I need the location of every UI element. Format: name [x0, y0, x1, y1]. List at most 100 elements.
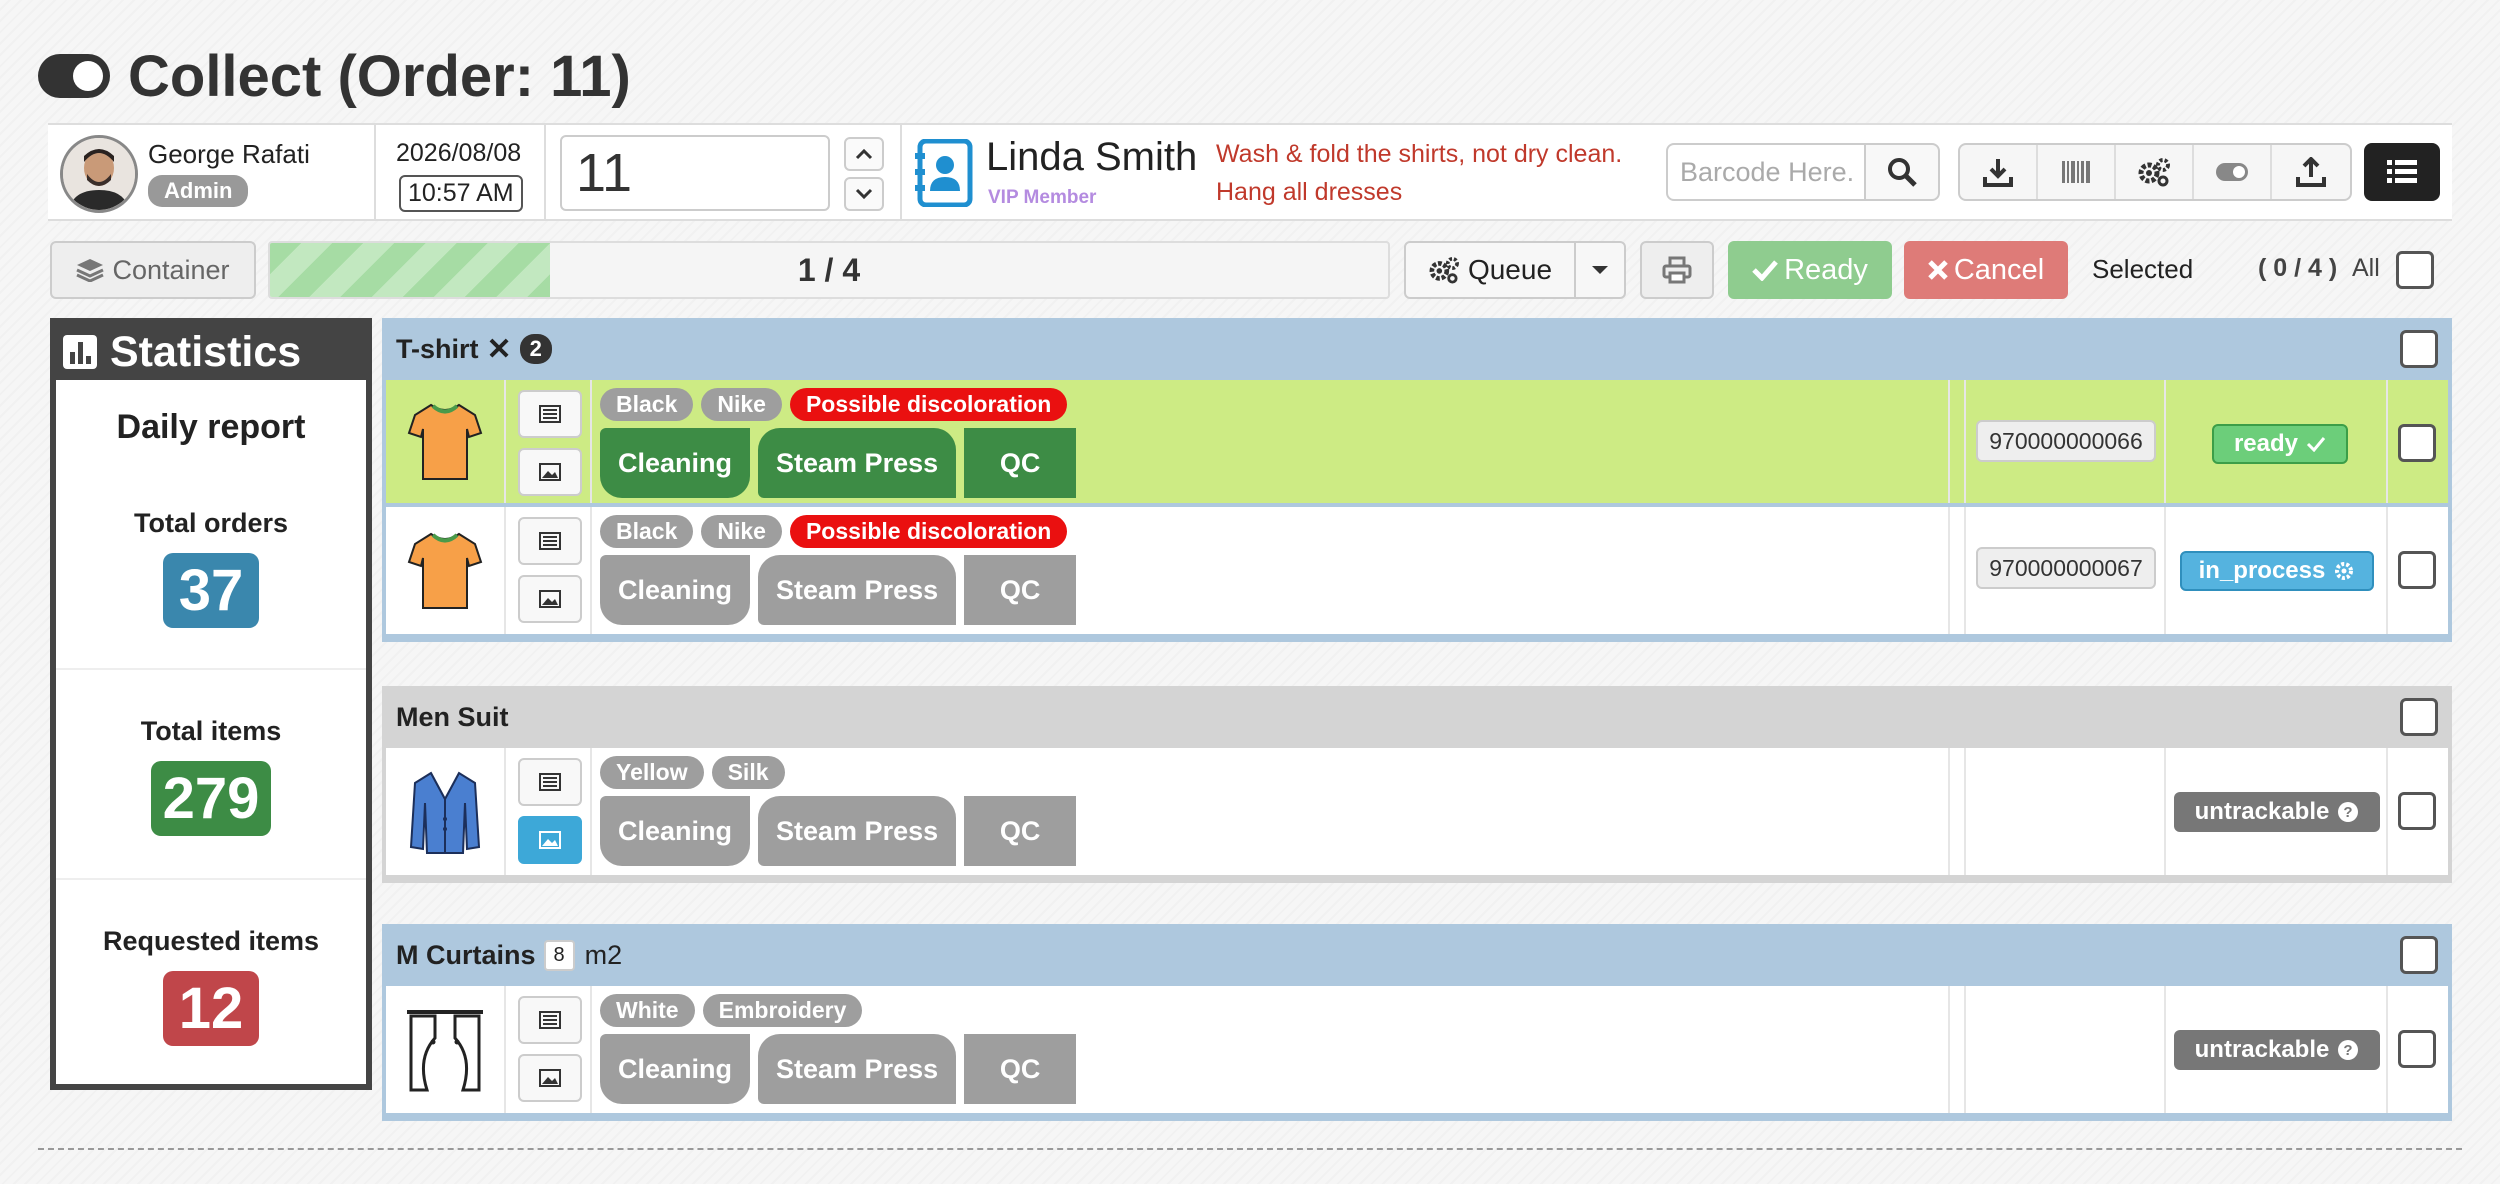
- cancel-label: Cancel: [1953, 253, 2045, 286]
- details-button[interactable]: [518, 996, 582, 1044]
- group-checkbox[interactable]: [2400, 698, 2438, 736]
- stat-value: 279: [150, 761, 272, 836]
- divider: [56, 878, 366, 880]
- group-count-badge: 2: [519, 334, 552, 364]
- process-steam-press[interactable]: Steam Press: [758, 555, 957, 625]
- check-icon: [1752, 260, 1778, 281]
- process-cleaning[interactable]: Cleaning: [600, 1034, 751, 1104]
- order-number-input[interactable]: 11: [560, 135, 830, 211]
- printer-icon: [1662, 256, 1692, 284]
- upload-button[interactable]: [2272, 145, 2350, 199]
- group-checkbox[interactable]: [2400, 330, 2438, 368]
- item-checkbox[interactable]: [2398, 1030, 2436, 1068]
- divider: [2386, 986, 2388, 1113]
- image-button[interactable]: [518, 816, 582, 864]
- status-text: ready: [2233, 430, 2299, 457]
- queue-button[interactable]: Queue: [1404, 241, 1576, 299]
- item-tags: Black Nike Possible discoloration: [600, 388, 1068, 421]
- divider: [1964, 507, 1966, 634]
- image-button[interactable]: [518, 575, 582, 623]
- tag: White: [600, 994, 695, 1027]
- container-button[interactable]: Container: [50, 241, 256, 299]
- divider: [544, 125, 546, 221]
- settings-button[interactable]: [2116, 145, 2194, 199]
- order-header: George Rafati Admin 2026/08/08 10:57 AM …: [48, 123, 2452, 221]
- image-icon: [539, 463, 561, 481]
- tag: Silk: [711, 756, 785, 789]
- download-button[interactable]: [1960, 145, 2038, 199]
- progress-text: 1 / 4: [797, 251, 861, 288]
- divider: [56, 668, 366, 670]
- cancel-button[interactable]: Cancel: [1904, 241, 2068, 299]
- details-button[interactable]: [518, 758, 582, 806]
- question-icon: ?: [2338, 802, 2359, 822]
- details-button[interactable]: [518, 517, 582, 565]
- suit-icon: [386, 748, 506, 875]
- item-checkbox[interactable]: [2398, 551, 2436, 589]
- close-icon: [1928, 260, 1948, 280]
- curtain-icon: [386, 986, 506, 1113]
- queue-label: Queue: [1467, 254, 1553, 285]
- tshirt-icon: [386, 380, 506, 503]
- quantity-input[interactable]: 8: [543, 939, 575, 971]
- status-badge: untrackable ?: [2174, 792, 2380, 832]
- process-qc[interactable]: QC: [964, 555, 1077, 625]
- statistics-header: Statistics: [56, 324, 366, 380]
- group-header: M Curtains 8 m2: [382, 924, 2452, 986]
- unit-label: m2: [584, 939, 623, 970]
- process-cleaning[interactable]: Cleaning: [600, 796, 751, 866]
- order-down-button[interactable]: [844, 177, 884, 211]
- customer-note: Hang all dresses: [1216, 178, 1403, 206]
- image-button[interactable]: [518, 1054, 582, 1102]
- order-up-button[interactable]: [844, 137, 884, 171]
- list-view-button[interactable]: [2364, 143, 2440, 201]
- details-button[interactable]: [518, 390, 582, 438]
- item-processes: Cleaning Steam Press QC: [600, 796, 1077, 866]
- group-name: M Curtains: [396, 939, 536, 970]
- caret-down-icon: [1592, 266, 1608, 274]
- process-qc[interactable]: QC: [964, 1034, 1077, 1104]
- list-icon: [539, 1011, 561, 1029]
- item-checkbox[interactable]: [2398, 424, 2436, 462]
- divider: [1964, 380, 1966, 503]
- barcode-button[interactable]: [2038, 145, 2116, 199]
- ready-button[interactable]: Ready: [1728, 241, 1892, 299]
- print-button[interactable]: [1640, 241, 1714, 299]
- process-cleaning[interactable]: Cleaning: [600, 428, 751, 498]
- group-checkbox[interactable]: [2400, 936, 2438, 974]
- tag: Black: [600, 388, 694, 421]
- toggle-button[interactable]: [2194, 145, 2272, 199]
- item-row: Yellow Silk Cleaning Steam Press QC untr…: [382, 748, 2452, 883]
- toggle-icon[interactable]: [38, 54, 110, 98]
- select-all-checkbox[interactable]: [2396, 251, 2434, 289]
- group-curtains: M Curtains 8 m2 White Embroidery Cleanin…: [382, 924, 2452, 1121]
- item-checkbox[interactable]: [2398, 792, 2436, 830]
- item-tags: Yellow Silk: [600, 756, 785, 789]
- tshirt-icon: [386, 507, 506, 634]
- process-qc[interactable]: QC: [964, 428, 1077, 498]
- divider: [2164, 507, 2166, 634]
- page-title: Collect (Order: 11): [128, 43, 631, 109]
- barcode-input[interactable]: Barcode Here.: [1666, 143, 1866, 201]
- bar-chart-icon: [63, 335, 97, 369]
- item-processes: Cleaning Steam Press QC: [600, 555, 1077, 625]
- process-qc[interactable]: QC: [964, 796, 1077, 866]
- process-cleaning[interactable]: Cleaning: [600, 555, 751, 625]
- page-title-row: Collect (Order: 11): [38, 40, 631, 112]
- divider: [2164, 986, 2166, 1113]
- statistics-panel: Statistics Daily report Total orders 37 …: [50, 318, 372, 1090]
- process-steam-press[interactable]: Steam Press: [758, 428, 957, 498]
- avatar: [60, 135, 138, 213]
- list-icon: [539, 405, 561, 423]
- divider: [2386, 380, 2388, 503]
- daily-report-title: Daily report: [116, 408, 306, 446]
- customer-name: Linda Smith: [986, 135, 1198, 179]
- barcode-search-button[interactable]: [1864, 143, 1940, 201]
- divider: [2164, 380, 2166, 503]
- tag: Nike: [701, 515, 782, 548]
- process-steam-press[interactable]: Steam Press: [758, 796, 957, 866]
- divider: [1964, 748, 1966, 875]
- image-button[interactable]: [518, 448, 582, 496]
- queue-dropdown-toggle[interactable]: [1574, 241, 1626, 299]
- process-steam-press[interactable]: Steam Press: [758, 1034, 957, 1104]
